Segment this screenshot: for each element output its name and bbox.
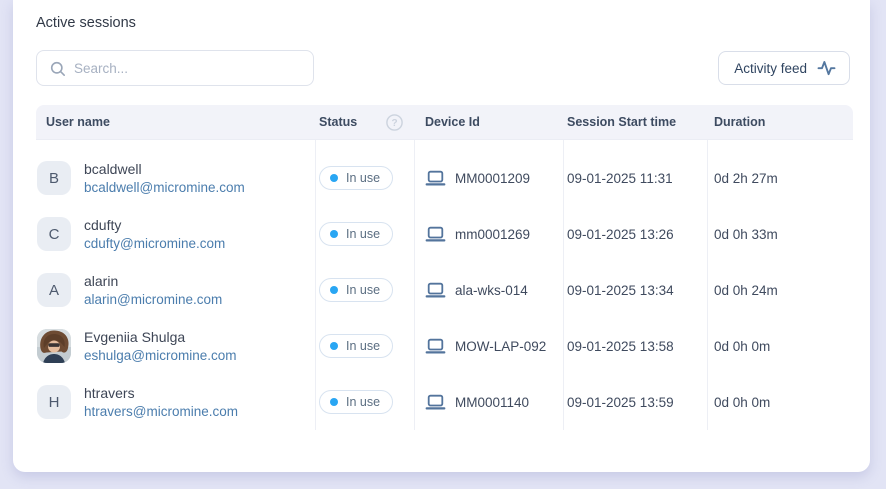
status-label: In use [346,227,381,241]
user-cell: A alarin alarin@micromine.com [36,273,315,307]
status-dot-icon [330,230,338,238]
laptop-icon [425,226,446,242]
laptop-icon [425,170,446,186]
status-cell: In use [315,334,414,358]
column-divider [563,140,564,430]
status-cell: In use [315,278,414,302]
page-title: Active sessions [36,15,136,31]
avatar-photo [37,329,71,363]
status-cell: In use [315,222,414,246]
status-dot-icon [330,342,338,350]
laptop-icon [425,338,446,354]
activity-pulse-icon [817,61,836,76]
status-badge: In use [319,334,394,358]
avatar: A [37,273,71,307]
laptop-icon [425,394,446,410]
session-duration: 0d 0h 24m [714,282,778,298]
column-header-status: Status ? [315,113,414,131]
session-duration: 0d 2h 27m [714,170,778,186]
column-divider [414,140,415,430]
activity-feed-button[interactable]: Activity feed [718,51,850,85]
activity-feed-label: Activity feed [734,60,807,76]
session-start-time: 09-01-2025 13:58 [567,338,674,354]
session-start-time: 09-01-2025 13:26 [567,226,674,242]
search-input[interactable] [37,51,313,85]
table-body: B bcaldwell bcaldwell@micromine.com In u… [36,140,853,430]
status-label: In use [346,171,381,185]
device-cell: MOW-LAP-092 [414,337,563,355]
avatar: H [37,385,71,419]
device-id: MM0001209 [455,170,531,186]
session-start-time: 09-01-2025 13:59 [567,394,674,410]
session-start-time: 09-01-2025 13:34 [567,282,674,298]
user-email[interactable]: alarin@micromine.com [84,292,222,307]
status-badge: In use [319,166,394,190]
column-header-user-name: User name [46,115,110,129]
column-header-duration: Duration [714,115,766,129]
user-email[interactable]: htravers@micromine.com [84,404,238,419]
user-name: cdufty [84,217,122,233]
column-divider [315,140,316,430]
session-start-time: 09-01-2025 11:31 [567,170,673,186]
status-label: In use [346,339,381,353]
avatar: C [37,217,71,251]
user-cell: H htravers htravers@micromine.com [36,385,315,419]
status-dot-icon [330,286,338,294]
status-cell: In use [315,166,414,190]
device-id: ala-wks-014 [455,282,528,298]
table-row: Evgeniia Shulga eshulga@micromine.com In… [36,318,853,374]
svg-text:?: ? [391,118,397,129]
active-sessions-card: Active sessions Activity feed User name … [13,0,870,472]
device-cell: ala-wks-014 [414,281,563,299]
session-duration: 0d 0h 33m [714,226,778,242]
device-cell: MM0001140 [414,393,563,411]
laptop-icon [425,282,446,298]
status-badge: In use [319,390,394,414]
user-cell: B bcaldwell bcaldwell@micromine.com [36,161,315,195]
column-divider [707,140,708,430]
status-label: In use [346,283,381,297]
status-label: In use [346,395,381,409]
status-badge: In use [319,222,394,246]
status-cell: In use [315,390,414,414]
session-duration: 0d 0h 0m [714,338,771,354]
user-cell: C cdufty cdufty@micromine.com [36,217,315,251]
user-cell: Evgeniia Shulga eshulga@micromine.com [36,329,315,363]
user-email[interactable]: cdufty@micromine.com [84,236,225,251]
device-id: mm0001269 [455,226,531,242]
status-dot-icon [330,398,338,406]
user-name: Evgeniia Shulga [84,329,186,345]
user-name: htravers [84,385,135,401]
device-cell: MM0001209 [414,169,563,187]
help-circle-icon[interactable]: ? [386,113,403,131]
table-header: User name Status ? Device Id Session Sta… [36,105,853,140]
session-duration: 0d 0h 0m [714,394,771,410]
device-id: MM0001140 [455,394,530,410]
user-email[interactable]: eshulga@micromine.com [84,348,237,363]
column-header-session-start: Session Start time [567,115,677,129]
table-row: A alarin alarin@micromine.com In use ala… [36,262,853,318]
table-row: C cdufty cdufty@micromine.com In use mm0… [36,206,853,262]
active-sessions-table: User name Status ? Device Id Session Sta… [36,105,853,430]
status-badge: In use [319,278,394,302]
avatar: B [37,161,71,195]
status-dot-icon [330,174,338,182]
user-name: alarin [84,273,119,289]
column-header-device-id: Device Id [425,115,480,129]
search-box [36,50,314,86]
table-row: B bcaldwell bcaldwell@micromine.com In u… [36,150,853,206]
device-cell: mm0001269 [414,225,563,243]
user-name: bcaldwell [84,161,142,177]
table-row: H htravers htravers@micromine.com In use… [36,374,853,430]
user-email[interactable]: bcaldwell@micromine.com [84,180,245,195]
device-id: MOW-LAP-092 [455,338,547,354]
